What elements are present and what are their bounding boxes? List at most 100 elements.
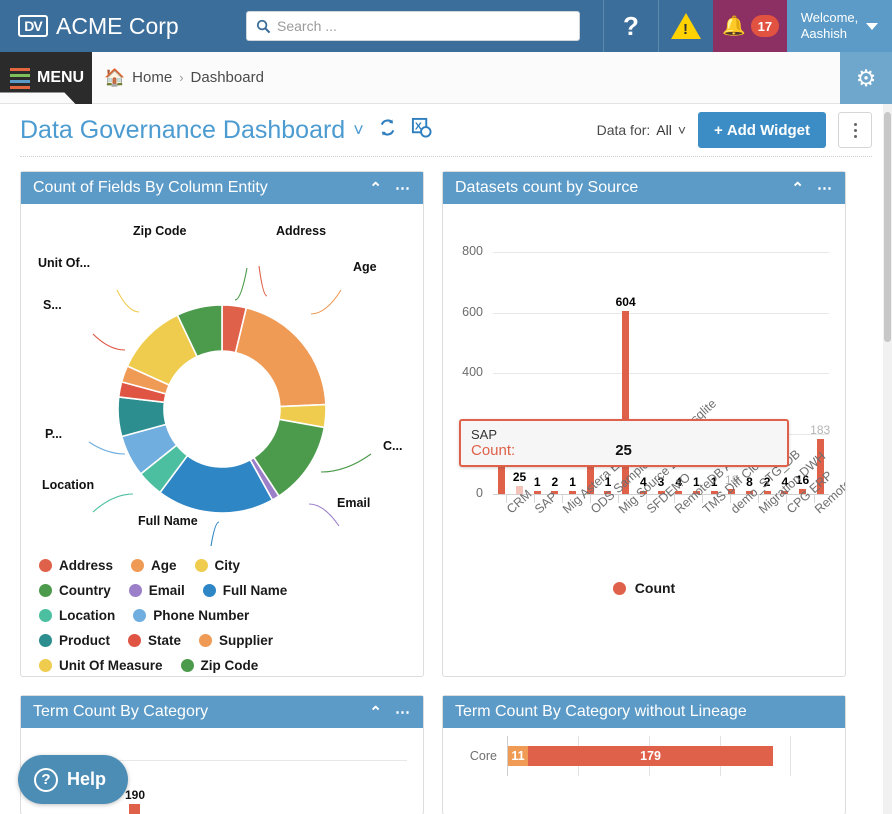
category-label: Core [469,749,497,763]
notifications-button[interactable]: 🔔 17 [713,0,787,52]
donut-chart: Zip Code Address Unit Of... Age S... C... P...… [21,204,423,556]
user-greeting: Welcome, Aashish [801,10,859,43]
legend-item[interactable]: Supplier [199,633,273,648]
donut-leader-line [310,289,342,315]
export-excel-icon[interactable]: X [411,117,432,144]
refresh-icon[interactable] [378,118,397,143]
legend-label-count: Count [634,580,676,596]
bar-value-label: 1 [533,475,541,489]
bar[interactable] [533,491,541,494]
donut-callout-label: P... [45,427,63,441]
donut-leader-line [320,453,372,473]
legend-label: Location [59,608,116,623]
legend-color-swatch [199,634,213,647]
legend-item[interactable]: Product [39,633,110,648]
widget-header: Datasets count by Source ⌃ ⋯ [443,172,845,204]
donut-callout-label: Email [337,496,371,510]
page-scrollbar-thumb[interactable] [884,112,891,342]
data-for-label: Data for: [596,122,651,138]
widget-datasets-count-by-source: Datasets count by Source ⌃ ⋯ 800 600 400 2 0… [442,171,846,677]
widget-title: Count of Fields By Column Entity [33,179,268,196]
legend-label: Full Name [222,583,288,598]
donut-leader-line [210,521,220,547]
legend-color-swatch [39,659,52,672]
donut-callout-label: C... [383,439,403,453]
more-vertical-icon [853,122,857,126]
y-axis-tick-label: 0 [476,486,483,500]
home-icon[interactable]: 🏠 [104,68,125,88]
x-axis-tick [505,494,507,503]
data-for-value: All [656,122,672,138]
breadcrumb-item-home[interactable]: Home [132,69,172,86]
legend-color-swatch [128,584,142,597]
bar [129,804,140,814]
menu-toggle-button[interactable]: MENU [0,52,92,104]
legend-item[interactable]: Zip Code [180,658,258,673]
more-horizontal-icon[interactable]: ⋯ [395,179,411,197]
legend-item[interactable]: Unit Of Measure [39,658,163,673]
legend-label: Phone Number [153,608,250,623]
bar-chart-legend: Count [443,580,845,596]
help-button[interactable]: ? [603,0,658,52]
widget-title: Term Count By Category without Lineage [455,703,747,720]
search-input[interactable] [277,18,579,34]
legend-color-swatch [39,609,52,622]
bar-value-label: 190 [125,788,146,802]
donut-callout-label: Zip Code [133,224,187,238]
legend-color-swatch [202,584,216,597]
legend-item[interactable]: Full Name [202,583,288,598]
chevron-up-icon[interactable]: ⌃ [791,179,804,197]
bar-segment[interactable]: 11 [508,746,528,766]
breadcrumb-item-dashboard[interactable]: Dashboard [191,69,264,86]
widget-term-count-by-category-without-lineage: Term Count By Category without Lineage C… [442,695,846,814]
donut-callout-label: Location [42,478,95,492]
gridline [790,736,792,776]
add-widget-button[interactable]: + Add Widget [698,112,826,148]
data-for-filter[interactable]: Data for: All ˅ [597,122,686,138]
bar-chart-tooltip: SAP Count: 25 [459,419,789,467]
help-label: Help [67,769,107,789]
dashboard-more-menu-button[interactable] [838,112,872,148]
widget-grid: Count of Fields By Column Entity ⌃ ⋯ Zip… [0,157,892,814]
chevron-up-icon[interactable]: ⌃ [369,179,382,197]
question-mark-icon: ? [623,10,639,41]
chevron-down-icon[interactable]: ˅ [353,120,364,141]
search-box[interactable] [246,11,580,41]
chevron-down-icon: ˅ [677,122,687,138]
search-area [240,0,603,52]
legend-item[interactable]: Email [128,583,185,598]
alerts-button[interactable] [658,0,713,52]
more-horizontal-icon[interactable]: ⋯ [395,703,411,721]
add-widget-label: Add Widget [726,121,810,139]
brand-block[interactable]: DV ACME Corp [0,0,240,52]
help-floating-button[interactable]: ? Help [18,755,129,804]
chevron-up-icon[interactable]: ⌃ [369,703,382,721]
y-axis-tick-label: 400 [462,365,483,379]
bar-value-label: 2 [551,475,559,489]
donut-callout-label: S... [43,298,62,312]
settings-button[interactable]: ⚙ [840,52,892,104]
dashboard-toolbar: Data for: All ˅ + Add Widget [597,112,872,148]
bar-chart[interactable]: 8006004002000 18425121107160443411188241… [443,204,845,624]
tooltip-title: SAP [471,427,498,442]
legend-item[interactable]: Location [39,608,115,623]
donut-callout-label: Unit Of... [38,256,91,270]
legend-item[interactable]: State [128,633,181,648]
y-axis-tick-label: 600 [462,304,483,319]
plus-icon: + [714,121,723,139]
widget-count-of-fields-by-column-entity: Count of Fields By Column Entity ⌃ ⋯ Zip… [20,171,424,677]
user-menu[interactable]: Welcome, Aashish [787,0,892,52]
legend-label: Supplier [219,633,274,648]
tooltip-value: 25 [615,442,632,459]
widget-body: Core 11 179 [443,728,845,814]
more-horizontal-icon[interactable]: ⋯ [817,179,833,197]
donut-leader-line [92,493,134,513]
legend-item[interactable]: Country [39,583,111,598]
breadcrumb-separator: › [179,70,184,85]
legend-item[interactable]: Phone Number [133,608,249,623]
bar-segment[interactable]: 179 [528,746,773,766]
donut-leader-line [258,265,268,297]
bar-value-label: 604 [615,295,636,310]
donut-slice[interactable] [234,306,327,408]
widget-body: 8006004002000 18425121107160443411188241… [443,204,845,676]
